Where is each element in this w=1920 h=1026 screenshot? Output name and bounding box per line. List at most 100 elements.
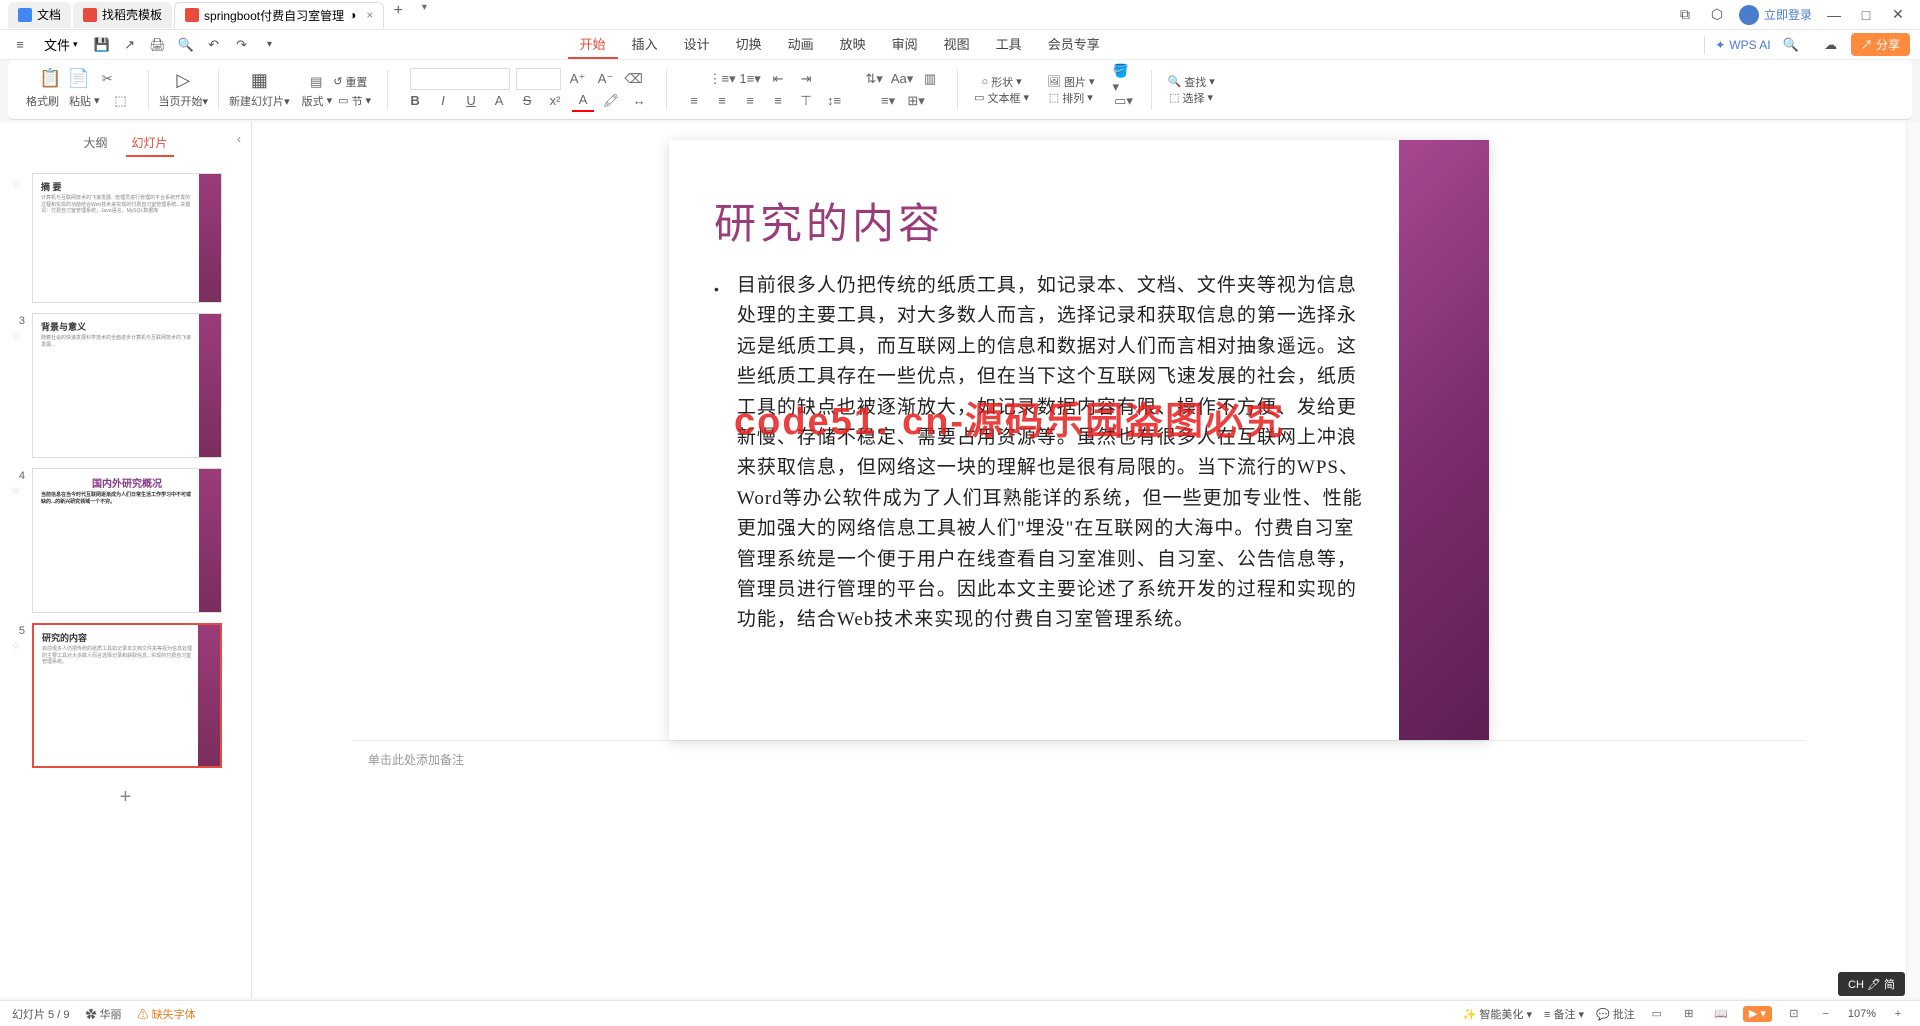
menu-design[interactable]: 设计	[672, 30, 722, 59]
search-icon[interactable]: 🔍	[1781, 35, 1801, 55]
section-dropdown[interactable]: ▭节▾	[338, 93, 371, 109]
copy-button[interactable]: 📋	[39, 68, 61, 89]
indent-icon[interactable]: ⇥	[795, 68, 817, 90]
preview-icon[interactable]: 🔍	[176, 35, 196, 55]
slide-body[interactable]: • 目前很多人仍把传统的纸质工具，如记录本、文档、文件夹等视为信息处理的主要工具…	[669, 271, 1489, 636]
zoom-out-icon[interactable]: −	[1816, 1006, 1836, 1022]
beautify-dropdown[interactable]: ✨ 智能美化 ▾	[1463, 1006, 1532, 1022]
font-color-icon[interactable]: A	[572, 90, 594, 112]
columns-icon[interactable]: ▥	[919, 68, 941, 90]
valign-top-icon[interactable]: ⊤	[795, 90, 817, 112]
tab-active[interactable]: springboot付费自习室管理 ◑ ×	[174, 2, 384, 28]
login-button[interactable]: 立即登录	[1739, 5, 1812, 25]
outline-icon[interactable]: ▭▾	[1113, 90, 1135, 112]
undo-icon[interactable]: ↶	[204, 35, 224, 55]
wps-ai-button[interactable]: ✦ WPS AI	[1715, 38, 1770, 52]
layout-icon[interactable]: ▤	[305, 71, 327, 93]
menu-start[interactable]: 开始	[568, 30, 618, 59]
new-tab-button[interactable]: +	[386, 2, 410, 28]
maximize-button[interactable]: □	[1856, 5, 1876, 25]
thumbnail[interactable]: 摘 要 计算机与互联网技术的飞速发展...管理员进行管理的平台系统开发的过程和实…	[32, 173, 222, 303]
reading-view-icon[interactable]: 📖	[1711, 1006, 1731, 1022]
tab-doc[interactable]: 文档	[8, 2, 71, 28]
zoom-level[interactable]: 107%	[1848, 1008, 1876, 1020]
tab-preview-icon[interactable]: ◑	[349, 8, 356, 22]
shadow-icon[interactable]: A	[488, 90, 510, 112]
new-slide-button[interactable]: ▦ 新建幻灯片▾	[229, 70, 290, 109]
convert-icon[interactable]: ⊞▾	[905, 90, 927, 112]
cloud-icon[interactable]: ☁	[1821, 35, 1841, 55]
zoom-in-icon[interactable]: +	[1888, 1006, 1908, 1022]
superscript-icon[interactable]: x²	[544, 90, 566, 112]
clear-format-icon[interactable]: ⌫	[623, 68, 645, 90]
star-icon[interactable]: ☆	[12, 641, 21, 652]
paste-dropdown[interactable]: 粘贴▾	[69, 93, 100, 109]
text-align-icon[interactable]: Aa▾	[891, 68, 913, 90]
font-family-select[interactable]	[410, 68, 510, 90]
chevron-down-icon[interactable]: ▾	[260, 35, 280, 55]
bold-icon[interactable]: B	[404, 90, 426, 112]
slide-title[interactable]: 研究的内容	[669, 140, 1489, 271]
menu-slideshow[interactable]: 放映	[828, 30, 878, 59]
paste-button[interactable]: 📄	[68, 68, 90, 89]
missing-font-status[interactable]: ⚠ 缺失字体	[138, 1006, 196, 1022]
star-icon[interactable]: ☆	[12, 486, 21, 497]
notes-dropdown[interactable]: ≡ 备注 ▾	[1544, 1006, 1584, 1022]
align-right-icon[interactable]: ≡	[739, 90, 761, 112]
clipboard-launcher-icon[interactable]: ⬚	[110, 90, 132, 112]
font-size-select[interactable]	[516, 68, 561, 90]
strikethrough-icon[interactable]: S	[516, 90, 538, 112]
bullets-icon[interactable]: ⋮≡▾	[711, 68, 733, 90]
normal-view-icon[interactable]: ▭	[1647, 1006, 1667, 1022]
slides-tab[interactable]: 幻灯片	[126, 130, 174, 157]
char-spacing-icon[interactable]: ↔	[628, 90, 650, 112]
line-spacing-icon[interactable]: ↕≡	[823, 90, 845, 112]
close-button[interactable]: ✕	[1888, 5, 1908, 25]
highlight-icon[interactable]: 🖍	[600, 90, 622, 112]
menu-tools[interactable]: 工具	[984, 30, 1034, 59]
outdent-icon[interactable]: ⇤	[767, 68, 789, 90]
right-rail[interactable]	[1906, 122, 1920, 998]
slide[interactable]: 研究的内容 • 目前很多人仍把传统的纸质工具，如记录本、文档、文件夹等视为信息处…	[669, 140, 1489, 740]
menu-icon[interactable]: ≡	[10, 35, 30, 55]
thumbnail[interactable]: 国内外研究概况 当前信息在当今时代互联网逐渐成为人们日常生活工作学习中不可或缺的…	[32, 468, 222, 613]
ime-indicator[interactable]: CH 🖊 简	[1838, 972, 1905, 996]
shape-dropdown[interactable]: ○形状▾	[981, 74, 1021, 90]
slide-text[interactable]: 目前很多人仍把传统的纸质工具，如记录本、文档、文件夹等视为信息处理的主要工具，对…	[737, 271, 1369, 636]
sorter-view-icon[interactable]: ⊞	[1679, 1006, 1699, 1022]
arrange-dropdown[interactable]: ⬚排列▾	[1049, 90, 1093, 106]
outline-tab[interactable]: 大纲	[77, 130, 113, 157]
export-icon[interactable]: ↗	[120, 35, 140, 55]
align-justify-icon[interactable]: ≡	[767, 90, 789, 112]
new-tab-dropdown[interactable]: ▾	[412, 2, 436, 28]
theme-status[interactable]: ✿ 华丽	[85, 1006, 121, 1022]
numbering-icon[interactable]: 1≡▾	[739, 68, 761, 90]
text-direction-icon[interactable]: ⇅▾	[863, 68, 885, 90]
slide-counter[interactable]: 幻灯片 5 / 9	[12, 1006, 69, 1022]
align-center-icon[interactable]: ≡	[711, 90, 733, 112]
redo-icon[interactable]: ↷	[232, 35, 252, 55]
fill-icon[interactable]: 🪣▾	[1113, 68, 1135, 90]
close-icon[interactable]: ×	[366, 8, 373, 22]
collapse-icon[interactable]: ‹	[237, 132, 241, 146]
select-dropdown[interactable]: ⬚选择▾	[1169, 90, 1213, 106]
para-spacing-icon[interactable]: ≡▾	[877, 90, 899, 112]
find-dropdown[interactable]: 🔍查找▾	[1168, 74, 1215, 90]
save-icon[interactable]: 💾	[92, 35, 112, 55]
reset-button[interactable]: ↺重置	[333, 74, 367, 90]
thumbnail-active[interactable]: 研究的内容 目前很多人仍把传统的纸质工具如记录本文档文件夹等视为信息处理的主要工…	[32, 623, 222, 768]
slideshow-view-icon[interactable]: ▶ ▾	[1743, 1006, 1772, 1022]
notes-area[interactable]: 单击此处添加备注	[352, 740, 1806, 778]
menu-animation[interactable]: 动画	[776, 30, 826, 59]
box-icon[interactable]: ⬡	[1707, 5, 1727, 25]
tab-template[interactable]: 找稻壳模板	[73, 2, 172, 28]
menu-insert[interactable]: 插入	[620, 30, 670, 59]
thumbnail[interactable]: 背景与意义 随着社会的快速发展科学技术的全面进步计算机与互联网技术的飞速发展..…	[32, 313, 222, 458]
window-dup-icon[interactable]: ⧉	[1675, 5, 1695, 25]
menu-review[interactable]: 审阅	[880, 30, 930, 59]
image-dropdown[interactable]: 🖼图片▾	[1047, 74, 1095, 90]
star-icon[interactable]: ☆	[12, 179, 21, 190]
align-left-icon[interactable]: ≡	[683, 90, 705, 112]
format-painter-button[interactable]: 格式刷	[26, 93, 59, 109]
minimize-button[interactable]: —	[1824, 5, 1844, 25]
